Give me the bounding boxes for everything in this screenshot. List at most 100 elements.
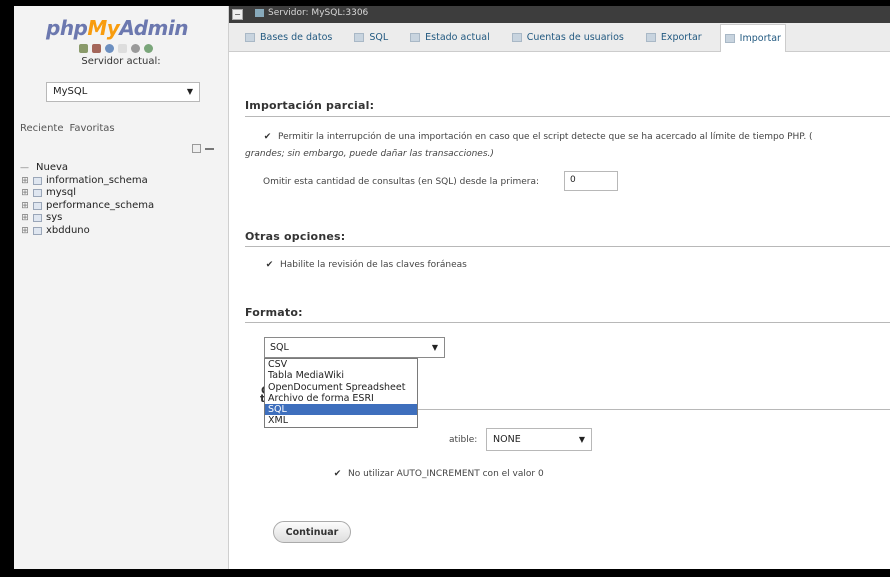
tab-user-accounts[interactable]: Cuentas de usuarios — [508, 24, 628, 50]
format-select[interactable]: SQL ▼ — [264, 337, 445, 358]
database-tree: — Nueva ⊞ information_schema ⊞ mysql ⊞ perfo… — [20, 162, 154, 237]
tab-label: Cuentas de usuarios — [526, 31, 624, 43]
sql-icon — [354, 32, 365, 42]
expand-icon[interactable]: ⊞ — [20, 225, 30, 238]
chevron-down-icon: ▼ — [186, 87, 193, 96]
tab-databases[interactable]: Bases de datos — [241, 24, 336, 50]
database-icon — [33, 176, 42, 185]
breadcrumb-server: Servidor: MySQL:3306 — [268, 8, 369, 18]
other-options-title: Otras opciones: — [245, 230, 346, 243]
tree-item-performance-schema[interactable]: ⊞ performance_schema — [20, 200, 154, 213]
tab-label: Estado actual — [425, 31, 490, 43]
new-db-icon: — — [20, 163, 29, 173]
expand-icon[interactable]: ⊞ — [20, 187, 30, 200]
recent-favorites: Reciente Favoritas — [20, 123, 121, 134]
phpmyadmin-logo[interactable]: phpMyAdmin — [46, 16, 188, 40]
allow-interrupt-row: ✔ Permitir la interrupción de una importa… — [263, 132, 813, 142]
tree-item-xbdduno[interactable]: ⊞ xbddunо — [20, 225, 154, 238]
allow-interrupt-label: Permitir la interrupción de una importac… — [278, 132, 813, 142]
format-dropdown-list: CSV Tabla MediaWiki OpenDocument Spreads… — [264, 358, 418, 428]
tree-item-label: information_schema — [46, 174, 148, 186]
home-icon[interactable] — [79, 44, 88, 53]
reload-icon[interactable] — [144, 44, 153, 53]
expand-icon[interactable]: ⊞ — [20, 200, 30, 213]
expand-icon[interactable]: ⊞ — [20, 212, 30, 225]
expand-icon[interactable]: ⊞ — [20, 175, 30, 188]
favorites-tab[interactable]: Favoritas — [70, 123, 115, 134]
logout-icon[interactable] — [92, 44, 101, 53]
breadcrumb[interactable]: Servidor: MySQL:3306 — [255, 8, 368, 18]
server-select[interactable]: MySQL ▼ — [46, 82, 200, 102]
server-label: Servidor actual: — [81, 56, 161, 67]
tree-item-information-schema[interactable]: ⊞ information_schema — [20, 175, 154, 188]
logo-admin: Admin — [119, 16, 188, 40]
export-icon — [645, 32, 656, 42]
collapse-all-icon[interactable] — [192, 144, 201, 153]
tab-label: Exportar — [660, 31, 702, 43]
tree-controls — [192, 144, 214, 153]
navigation-panel: phpMyAdmin Servidor actual: MySQL ▼ Recie… — [14, 6, 229, 569]
sql-compat-label-fragment: atible: — [449, 435, 478, 445]
import-icon — [724, 33, 735, 43]
tree-item-label: performance_schema — [46, 199, 155, 211]
tab-sql[interactable]: SQL — [350, 24, 392, 50]
chevron-down-icon: ▼ — [578, 435, 585, 444]
format-option-xml[interactable]: XML — [265, 415, 417, 426]
server-select-value: MySQL — [53, 86, 88, 97]
chevron-down-icon: ▼ — [431, 343, 438, 352]
tab-status[interactable]: Estado actual — [406, 24, 494, 50]
link-icon[interactable] — [205, 148, 214, 150]
divider — [245, 116, 890, 117]
collapse-sidebar-icon[interactable]: − — [232, 9, 243, 20]
tab-label: SQL — [369, 31, 389, 43]
main-panel: − Servidor: MySQL:3306 Bases de datos SQ… — [229, 6, 890, 569]
auto-increment-row: ✔ No utilizar AUTO_INCREMENT con el valor… — [333, 469, 544, 479]
logo-my: My — [87, 16, 120, 40]
tab-label: Bases de datos — [260, 31, 333, 43]
server-icon — [255, 9, 264, 17]
databases-icon — [245, 32, 255, 42]
format-option-csv[interactable]: CSV — [265, 359, 417, 370]
divider — [245, 246, 890, 247]
top-breadcrumb-bar: − Servidor: MySQL:3306 — [229, 6, 890, 23]
skip-queries-label: Omitir esta cantidad de consultas (en SQ… — [263, 177, 540, 187]
allow-interrupt-checkbox[interactable]: ✔ — [263, 133, 272, 142]
tree-item-label: mysql — [46, 187, 76, 198]
sql-compatibility-select[interactable]: NONE ▼ — [486, 428, 592, 451]
foreign-keys-checkbox[interactable]: ✔ — [265, 261, 274, 270]
format-option-ods[interactable]: OpenDocument Spreadsheet — [265, 382, 417, 393]
tab-import[interactable]: Importar — [719, 23, 786, 52]
tree-item-mysql[interactable]: ⊞ mysql — [20, 187, 154, 200]
partial-import-title: Importación parcial: — [245, 99, 375, 112]
tab-label: Importar — [739, 32, 781, 44]
sql-compatibility-value: NONE — [493, 434, 521, 445]
tree-item-sys[interactable]: ⊞ sys — [20, 212, 154, 225]
auto-increment-checkbox[interactable]: ✔ — [333, 470, 342, 479]
skip-queries-input[interactable]: 0 — [564, 171, 618, 191]
allow-interrupt-label-cont: grandes; sin embargo, puede dañar las tr… — [245, 149, 494, 159]
recent-tab[interactable]: Reciente — [20, 123, 64, 134]
divider — [416, 409, 890, 410]
tree-item-label: sys — [46, 212, 63, 223]
database-icon — [33, 226, 42, 235]
auto-increment-label: No utilizar AUTO_INCREMENT con el valor … — [348, 469, 544, 479]
docs-icon[interactable] — [118, 44, 127, 53]
tree-item-label: Nueva — [36, 162, 69, 173]
database-icon — [33, 189, 42, 198]
users-icon — [511, 32, 522, 42]
settings-icon[interactable] — [131, 44, 140, 53]
database-icon — [33, 201, 42, 210]
quick-links — [79, 44, 153, 56]
phpmyadmin-window: phpMyAdmin Servidor actual: MySQL ▼ Recie… — [14, 6, 890, 569]
help-icon[interactable] — [105, 44, 114, 53]
format-option-mediawiki[interactable]: Tabla MediaWiki — [265, 370, 417, 381]
continue-button[interactable]: Continuar — [273, 521, 351, 543]
tab-export[interactable]: Exportar — [642, 24, 706, 50]
status-icon — [410, 32, 421, 42]
database-icon — [33, 214, 42, 223]
format-option-esri[interactable]: Archivo de forma ESRI — [265, 393, 417, 404]
top-menu-tabs: Bases de datos SQL Estado actual Cuentas… — [229, 23, 890, 52]
format-option-sql[interactable]: SQL — [265, 404, 417, 416]
foreign-keys-label: Habilite la revisión de las claves forán… — [280, 260, 467, 270]
tree-item-new[interactable]: — Nueva — [20, 162, 154, 175]
